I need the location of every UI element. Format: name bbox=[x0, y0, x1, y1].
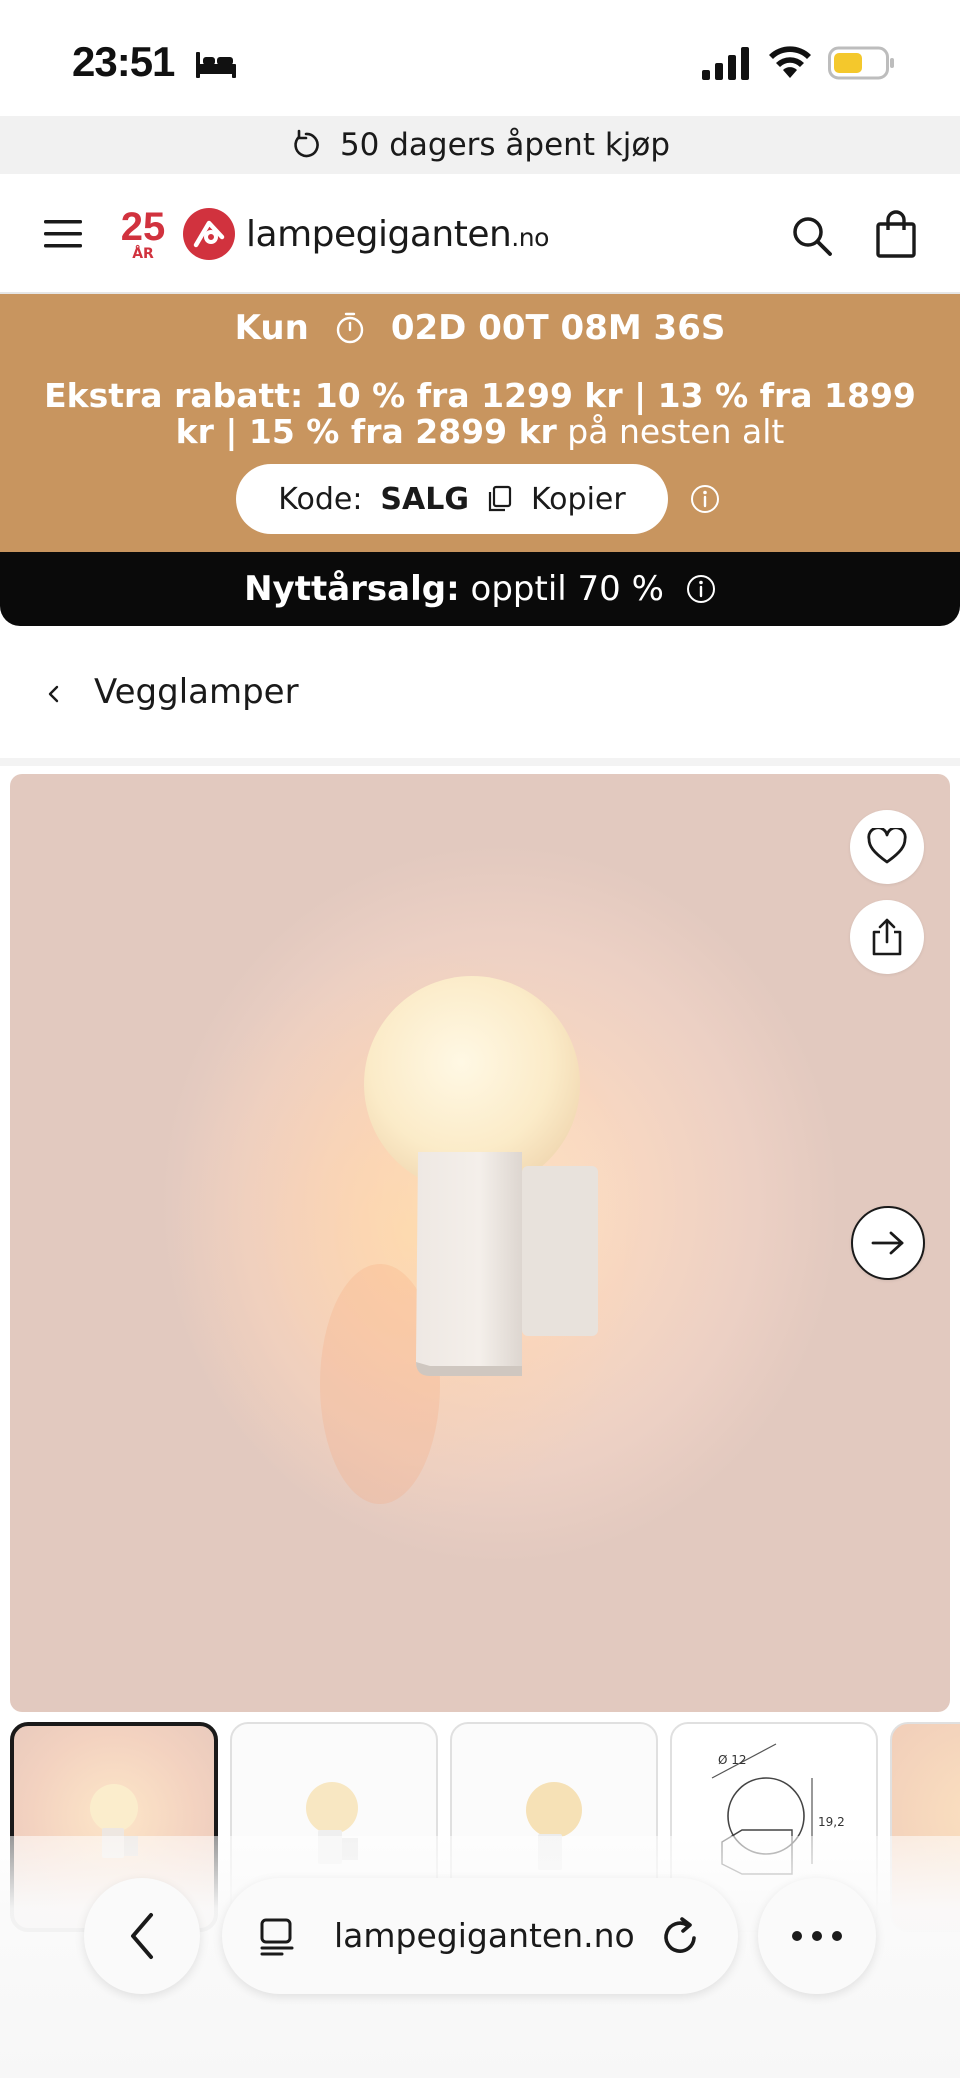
countdown-prefix: Kun bbox=[234, 308, 309, 348]
sleep-focus-icon bbox=[196, 52, 236, 78]
wifi-icon bbox=[769, 46, 811, 78]
sale-banner: Kun 02D 00T 08M 36S Ekstra rabatt: 10 % … bbox=[0, 294, 960, 552]
discount-bold: Ekstra rabatt: 10 % fra 1299 kr | 13 % f… bbox=[44, 376, 916, 451]
discount-rest: på nesten alt bbox=[556, 412, 785, 451]
cellular-signal-icon bbox=[702, 47, 749, 80]
arrow-right-icon bbox=[871, 1231, 904, 1255]
copy-code-button[interactable]: Kode: SALG Kopier bbox=[236, 464, 668, 534]
product-image[interactable] bbox=[10, 774, 950, 1712]
copy-label: Kopier bbox=[531, 481, 626, 517]
next-image-button[interactable] bbox=[851, 1206, 925, 1280]
wall-lamp-photo bbox=[170, 944, 650, 1524]
site-logo[interactable]: 25 ÅR lampegiganten.no bbox=[116, 204, 550, 264]
sale-bar-text: opptil 70 % bbox=[470, 569, 664, 609]
favorite-button[interactable] bbox=[850, 810, 924, 884]
breadcrumb-category[interactable]: Vegglamper bbox=[94, 672, 299, 712]
code-value: SALG bbox=[380, 481, 469, 517]
diameter-label: Ø 12 bbox=[718, 1753, 747, 1767]
site-header: 25 ÅR lampegiganten.no bbox=[0, 174, 960, 294]
status-bar: 23:51 bbox=[0, 0, 960, 116]
copy-icon bbox=[488, 485, 512, 512]
status-time: 23:51 bbox=[72, 38, 175, 85]
logo-tld: .no bbox=[511, 222, 549, 252]
url-text[interactable]: lampegiganten.no bbox=[334, 1916, 635, 1955]
discount-text: Ekstra rabatt: 10 % fra 1299 kr | 13 % f… bbox=[40, 378, 920, 450]
reload-icon[interactable] bbox=[660, 1916, 702, 1958]
countdown-timer: 02D 00T 08M 36S bbox=[390, 308, 726, 348]
anniversary-badge: 25 ÅR bbox=[116, 207, 170, 261]
info-icon[interactable] bbox=[690, 484, 720, 514]
logo-wordmark: lampegiganten.no bbox=[246, 214, 549, 255]
battery-icon bbox=[828, 46, 894, 80]
breadcrumb[interactable]: Vegglamper bbox=[0, 626, 960, 766]
chevron-left-icon bbox=[48, 685, 59, 703]
countdown-row: Kun 02D 00T 08M 36S bbox=[0, 308, 960, 348]
anniversary-sub: ÅR bbox=[132, 246, 154, 262]
stopwatch-icon bbox=[336, 312, 364, 344]
search-icon[interactable] bbox=[790, 214, 834, 258]
hamburger-menu-icon[interactable] bbox=[42, 214, 86, 254]
more-options-button[interactable] bbox=[758, 1878, 876, 1994]
page-menu-icon[interactable] bbox=[258, 1916, 298, 1956]
sale-bar-title: Nyttårsalg: bbox=[244, 569, 460, 609]
logo-mark-icon bbox=[183, 208, 235, 260]
heart-icon bbox=[867, 828, 907, 864]
share-icon bbox=[872, 918, 902, 956]
more-dots-icon bbox=[792, 1931, 842, 1941]
new-year-sale-bar[interactable]: Nyttårsalg: opptil 70 % bbox=[0, 552, 960, 626]
code-label: Kode: bbox=[278, 481, 363, 517]
chevron-left-icon bbox=[131, 1913, 153, 1959]
address-bar[interactable]: lampegiganten.no bbox=[222, 1878, 738, 1994]
shopping-bag-icon[interactable] bbox=[874, 210, 918, 258]
share-button[interactable] bbox=[850, 900, 924, 974]
return-arrow-icon bbox=[294, 129, 319, 158]
info-icon[interactable] bbox=[686, 574, 716, 604]
browser-back-button[interactable] bbox=[84, 1878, 200, 1994]
open-purchase-label: 50 dagers åpent kjøp bbox=[339, 127, 671, 163]
height-label: 19,2 bbox=[818, 1815, 845, 1829]
anniversary-number: 25 bbox=[120, 205, 166, 249]
open-purchase-strip[interactable]: 50 dagers åpent kjøp bbox=[0, 116, 960, 174]
logo-name: lampegiganten bbox=[246, 213, 512, 255]
code-row: Kode: SALG Kopier bbox=[0, 464, 960, 534]
